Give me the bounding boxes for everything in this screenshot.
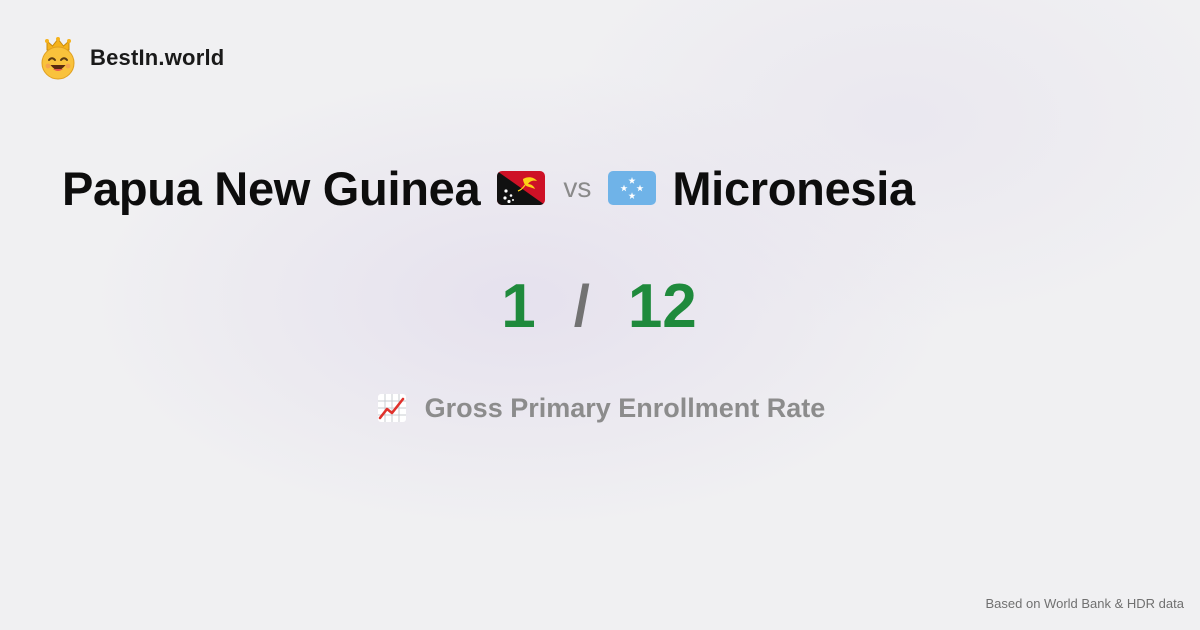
smiling-crown-face-icon [41,37,75,80]
papua-new-guinea-flag-icon [497,171,546,205]
micronesia-flag-icon [608,171,657,205]
left-country-name: Papua New Guinea [62,161,481,215]
rank-separator: / [573,273,590,339]
right-country-name: Micronesia [672,161,915,215]
brand-header[interactable]: BestIn.world [38,36,224,80]
chart-increasing-icon [377,394,406,422]
vs-label: vs [563,172,592,203]
metric-row: Gross Primary Enrollment Rate [0,388,1200,428]
data-source-note: Based on World Bank & HDR data [985,596,1184,611]
comparison-title: Papua New Guinea vs Micronesia [62,158,915,218]
rank-score: 1 / 12 [0,268,1200,344]
metric-label: Gross Primary Enrollment Rate [424,392,826,423]
brand-name: BestIn.world [90,45,225,70]
left-rank-value: 1 [501,271,536,341]
right-rank-value: 12 [627,271,697,341]
